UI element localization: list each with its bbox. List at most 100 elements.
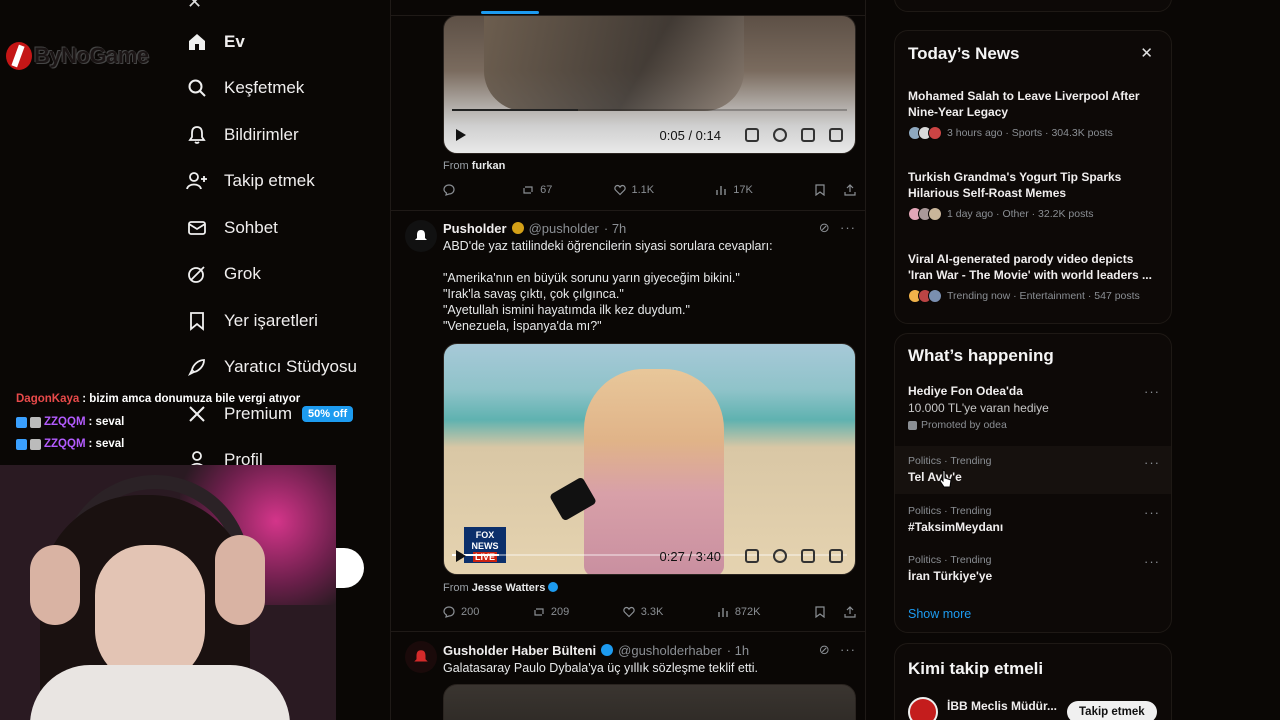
post-video[interactable]: FOX NEWS LIVE 0:27 / 3:40	[443, 343, 856, 575]
post-header: Pusholder @pusholder · 7h ⊘ ···	[443, 220, 856, 236]
webcam-face	[95, 545, 205, 685]
post-text: ABD'de yaz tatilindeki öğrencilerin siya…	[443, 239, 773, 333]
todays-news-card: Today’s News ✕ Mohamed Salah to Leave Li…	[894, 30, 1172, 324]
chat-text: : seval	[88, 438, 125, 450]
news-meta-text: 3 hours ago · Sports · 304.3K posts	[947, 127, 1113, 139]
nav-label: Grok	[224, 264, 261, 283]
chat-user: ZZQQM	[44, 438, 86, 450]
follow-button[interactable]: Takip etmek	[1067, 701, 1157, 720]
avatar-stack	[908, 207, 942, 221]
avatar-stack	[908, 289, 942, 303]
nav-item-bookmarks[interactable]: Yer işaretleri	[186, 304, 318, 338]
news-item[interactable]: Turkish Grandma's Yogurt Tip Sparks Hila…	[908, 169, 1158, 221]
repost-button[interactable]: 209	[533, 606, 569, 618]
avatar[interactable]	[405, 641, 437, 673]
chat-message: ZZQQM : seval	[16, 416, 124, 428]
nav-item-home[interactable]: Ev	[186, 25, 245, 59]
more-options-icon[interactable]: ···	[1144, 384, 1160, 399]
fullscreen-icon[interactable]	[829, 549, 843, 563]
trend-item[interactable]: Politics · Trending İran Türkiye'ye ···	[908, 554, 1160, 583]
verified-badge-icon	[548, 582, 559, 592]
show-more-link[interactable]: Show more	[908, 607, 971, 621]
search-card-edge	[894, 0, 1172, 12]
source-user[interactable]: furkan	[472, 160, 506, 172]
volume-icon[interactable]	[745, 128, 759, 142]
trend-name: #TaksimMeydanı	[908, 520, 1004, 534]
views-button[interactable]: 17K	[715, 184, 753, 196]
reply-button[interactable]: 200	[443, 606, 479, 618]
nav-item-notifications[interactable]: Bildirimler	[186, 118, 299, 152]
search-icon	[186, 77, 208, 99]
nav-item-messages[interactable]: Sohbet	[186, 211, 278, 245]
account-name[interactable]: İBB Meclis Müdür...	[947, 699, 1057, 713]
avatar[interactable]	[405, 220, 437, 252]
like-button[interactable]: 3.3K	[622, 606, 663, 618]
reply-button[interactable]	[443, 184, 461, 196]
views-button[interactable]: 872K	[717, 606, 761, 618]
video-time: 0:05 / 0:14	[659, 127, 721, 143]
bookmark-icon[interactable]	[814, 606, 826, 618]
pip-icon[interactable]	[801, 128, 815, 142]
promoted-trend[interactable]: Hediye Fon Odea'da 10.000 TL'ye varan he…	[908, 384, 1160, 431]
trend-item[interactable]: Politics · Trending #TaksimMeydanı ···	[908, 505, 1160, 534]
post-image[interactable]	[443, 684, 856, 720]
nav-label: Yer işaretleri	[224, 311, 318, 330]
bookmark-share-group	[814, 606, 856, 618]
video-progress[interactable]	[452, 109, 847, 111]
video-time: 0:27 / 3:40	[659, 548, 721, 564]
logo-mark-icon	[6, 42, 32, 70]
news-meta: 1 day ago · Other · 32.2K posts	[908, 207, 1158, 221]
share-icon[interactable]	[844, 606, 856, 618]
more-options-icon[interactable]: ···	[1144, 505, 1160, 520]
post-video[interactable]: 0:05 / 0:14	[443, 15, 856, 154]
author-name[interactable]: Gusholder Haber Bülteni	[443, 643, 596, 658]
post-source: From furkan	[443, 160, 505, 172]
like-count: 1.1K	[631, 184, 655, 196]
chat-user: ZZQQM	[44, 416, 86, 428]
pip-icon[interactable]	[801, 549, 815, 563]
repost-button[interactable]: 67	[522, 184, 552, 196]
like-button[interactable]: 1.1K	[613, 184, 655, 196]
news-item[interactable]: Mohamed Salah to Leave Liverpool After N…	[908, 88, 1158, 140]
play-icon[interactable]	[456, 550, 466, 562]
chat-message: DagonKaya : bizim amca donumuza bile ver…	[16, 393, 300, 405]
bookmark-icon[interactable]	[814, 184, 826, 196]
tab-indicator	[481, 11, 539, 14]
bookmark-icon	[186, 310, 208, 332]
view-count: 17K	[733, 184, 753, 196]
chat-user: DagonKaya	[16, 393, 80, 405]
nav-item-follow[interactable]: Takip etmek	[186, 164, 315, 198]
share-icon[interactable]	[844, 184, 856, 196]
nav-item-grok[interactable]: Grok	[186, 257, 261, 291]
settings-icon[interactable]	[773, 128, 787, 142]
nav-item-creator-studio[interactable]: Yaratıcı Stüdyosu	[186, 350, 357, 384]
chat-text: : bizim amca donumuza bile vergi atıyor	[82, 393, 301, 405]
more-options-icon[interactable]: ⊘ ···	[819, 642, 856, 658]
nav-label: Bildirimler	[224, 125, 299, 144]
author-name[interactable]: Pusholder	[443, 221, 507, 236]
source-user[interactable]: Jesse Watters	[472, 582, 546, 594]
mouse-cursor-icon	[939, 469, 952, 488]
news-title: Mohamed Salah to Leave Liverpool After N…	[908, 89, 1140, 119]
close-icon[interactable]: ✕	[1140, 44, 1153, 62]
play-icon[interactable]	[456, 129, 466, 141]
nav-label: Sohbet	[224, 218, 278, 237]
webcam-feed	[0, 465, 336, 720]
fullscreen-icon[interactable]	[829, 128, 843, 142]
more-options-icon[interactable]: ···	[1144, 554, 1160, 569]
settings-icon[interactable]	[773, 549, 787, 563]
post-actions: 67 1.1K 17K	[443, 184, 856, 196]
views-icon	[716, 186, 726, 195]
news-meta: Trending now · Entertainment · 547 posts	[908, 289, 1158, 303]
avatar[interactable]	[908, 697, 938, 720]
news-title: Viral AI-generated parody video depicts …	[908, 252, 1152, 282]
chat-message: ZZQQM : seval	[16, 438, 124, 450]
more-options-icon[interactable]: ···	[1144, 455, 1160, 470]
nav-item-explore[interactable]: Keşfetmek	[186, 71, 304, 105]
author-handle[interactable]: @gusholderhaber	[618, 643, 722, 658]
news-item[interactable]: Viral AI-generated parody video depicts …	[908, 251, 1158, 303]
close-icon[interactable]: ✕	[187, 0, 202, 13]
more-options-icon[interactable]: ⊘ ···	[819, 220, 856, 236]
author-handle[interactable]: @pusholder	[529, 221, 599, 236]
volume-icon[interactable]	[745, 549, 759, 563]
